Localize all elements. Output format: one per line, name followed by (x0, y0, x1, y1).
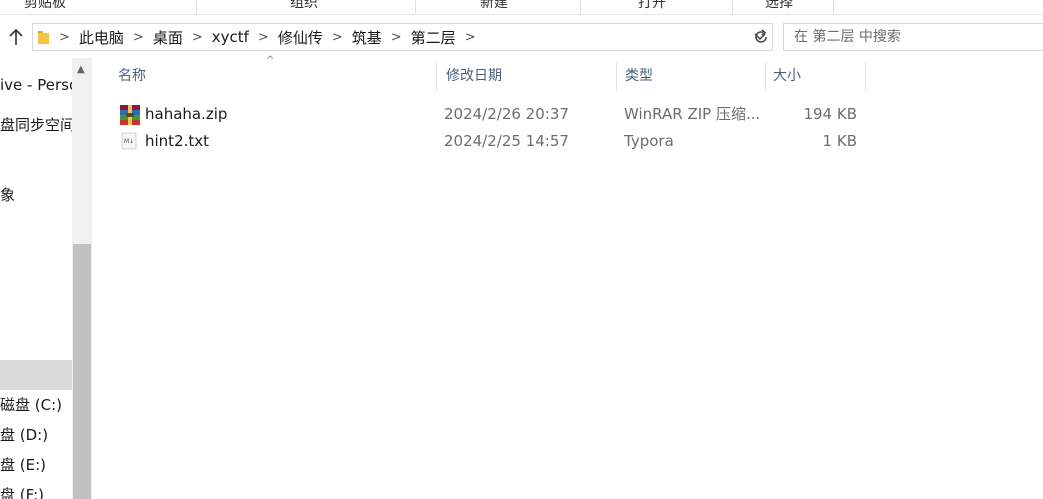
column-divider[interactable] (865, 62, 866, 92)
breadcrumb-current-folder[interactable]: 第二层 (408, 27, 459, 48)
ribbon-divider (415, 0, 416, 14)
breadcrumb-xiuxianzhuan[interactable]: 修仙传 (275, 27, 326, 48)
column-header-date[interactable]: 修改日期 (436, 62, 616, 92)
column-header-label: 修改日期 (446, 68, 502, 84)
column-header-name[interactable]: 名称 (108, 62, 436, 92)
nav-item-label: 磁盘 (C:) (0, 396, 62, 414)
file-date: 2024/2/25 14:57 (444, 132, 569, 150)
up-button[interactable] (4, 24, 28, 50)
file-size: 1 KB (822, 132, 857, 150)
ribbon-group-select: 选择 (765, 0, 793, 11)
ribbon-divider (196, 0, 197, 14)
ribbon-group-labels: 剪贴板 组织 新建 打开 选择 (0, 0, 1043, 15)
navigation-pane: ive - Perso 盘同步空间 象 磁盘 (C:) 盘 (D:) 盘 (E:… (0, 58, 72, 499)
chevron-right-icon[interactable]: > (385, 30, 408, 45)
nav-item-drive-f[interactable]: 盘 (F:) (0, 480, 72, 499)
ribbon-group-new: 新建 (480, 0, 508, 11)
ribbon-divider (732, 0, 733, 14)
breadcrumb-desktop[interactable]: 桌面 (150, 27, 186, 48)
chevron-right-icon[interactable]: > (127, 30, 150, 45)
search-input[interactable] (792, 28, 1036, 46)
nav-item-label: 盘同步空间 (0, 116, 72, 134)
nav-item-drive-c[interactable]: 磁盘 (C:) (0, 390, 72, 420)
folder-icon (37, 29, 53, 45)
search-box[interactable] (783, 23, 1043, 51)
nav-scrollbar[interactable]: ▲ (72, 58, 92, 499)
breadcrumb-this-pc[interactable]: 此电脑 (76, 27, 127, 48)
nav-item-label: 盘 (E:) (0, 456, 47, 474)
column-header-size[interactable]: 大小 (763, 62, 865, 92)
file-row[interactable]: M↓ hint2.txt 2024/2/25 14:57 Typora 1 KB (112, 128, 872, 154)
nav-item-drive-e[interactable]: 盘 (E:) (0, 450, 72, 480)
nav-item-onedrive[interactable]: ive - Perso (0, 70, 72, 100)
chevron-right-icon[interactable]: > (186, 30, 209, 45)
nav-item-objects[interactable]: 象 (0, 180, 72, 210)
column-header-label: 类型 (625, 68, 653, 84)
nav-item-label: 盘 (D:) (0, 426, 49, 444)
nav-item-this-pc[interactable] (0, 360, 72, 390)
nav-item-sync-space[interactable]: 盘同步空间 (0, 110, 72, 140)
scroll-up-icon[interactable]: ▲ (77, 64, 85, 75)
file-date: 2024/2/26 20:37 (444, 105, 569, 123)
svg-text:M↓: M↓ (124, 138, 134, 145)
address-bar[interactable]: > 此电脑 > 桌面 > xyctf > 修仙传 > 筑基 > 第二层 > (32, 23, 773, 51)
ribbon-divider (580, 0, 581, 14)
column-header-label: 大小 (773, 68, 801, 84)
ribbon-group-open: 打开 (638, 0, 666, 11)
file-name: hint2.txt (145, 132, 210, 150)
file-row[interactable]: hahaha.zip 2024/2/26 20:37 WinRAR ZIP 压缩… (112, 101, 872, 127)
nav-item-label: 盘 (F:) (0, 486, 44, 499)
refresh-button[interactable] (750, 24, 772, 50)
ribbon-group-organize: 组织 (290, 0, 318, 11)
nav-item-label: ive - Perso (0, 76, 72, 94)
breadcrumb-zhuji[interactable]: 筑基 (349, 27, 385, 48)
chevron-right-icon: > (59, 29, 70, 45)
file-type: Typora (624, 132, 674, 150)
file-type: WinRAR ZIP 压缩... (624, 105, 761, 123)
winrar-zip-icon (120, 105, 140, 125)
nav-item-drive-d[interactable]: 盘 (D:) (0, 420, 72, 450)
chevron-right-icon[interactable]: > (326, 30, 349, 45)
typora-file-icon: M↓ (120, 132, 138, 150)
breadcrumb-xyctf[interactable]: xyctf (209, 28, 252, 46)
column-header-label: 名称 (118, 68, 146, 84)
column-header-type[interactable]: 类型 (615, 62, 765, 92)
file-size: 194 KB (803, 105, 857, 123)
nav-scrollbar-thumb[interactable] (73, 244, 91, 499)
nav-item-label: 象 (0, 186, 16, 204)
ribbon-group-clipboard: 剪贴板 (24, 0, 66, 11)
chevron-right-icon[interactable]: > (459, 30, 482, 45)
file-name: hahaha.zip (145, 105, 228, 123)
chevron-right-icon[interactable]: > (252, 30, 275, 45)
arrow-up-icon (9, 28, 23, 45)
ribbon-divider (833, 0, 834, 14)
refresh-icon (755, 29, 767, 43)
